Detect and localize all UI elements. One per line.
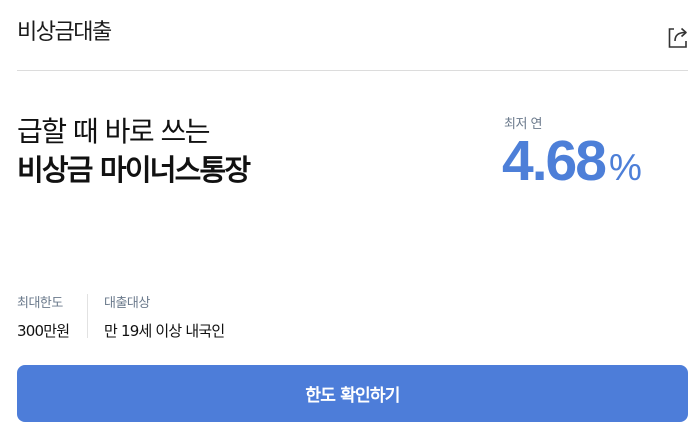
loan-product-page: 비상금대출 급할 때 바로 쓰는 비상금 마이너스통장 최저 연 4.68% 최… bbox=[0, 0, 700, 437]
info-label: 대출대상 bbox=[104, 296, 150, 311]
share-button[interactable] bbox=[663, 22, 691, 50]
info-value: 만 19세 이상 내국인 bbox=[104, 322, 225, 340]
headline-line2: 비상금 마이너스통장 bbox=[17, 153, 251, 187]
share-icon bbox=[668, 27, 687, 48]
info-value: 300만원 bbox=[17, 322, 70, 340]
rate-value: 4.68% bbox=[502, 128, 642, 194]
loan-info: 최대한도 300만원 대출대상 만 19세 이상 내국인 bbox=[17, 292, 225, 341]
check-limit-button[interactable]: 한도 확인하기 bbox=[17, 365, 688, 422]
rate-number: 4.68 bbox=[502, 129, 607, 193]
headline-line1: 급할 때 바로 쓰는 bbox=[17, 115, 211, 148]
header-divider bbox=[17, 70, 688, 71]
info-label: 최대한도 bbox=[17, 296, 63, 311]
info-eligibility: 대출대상 만 19세 이상 내국인 bbox=[104, 292, 225, 341]
rate-unit: % bbox=[608, 147, 642, 188]
info-separator bbox=[87, 294, 88, 338]
page-title: 비상금대출 bbox=[17, 20, 112, 45]
info-max-limit: 최대한도 300만원 bbox=[17, 292, 87, 341]
